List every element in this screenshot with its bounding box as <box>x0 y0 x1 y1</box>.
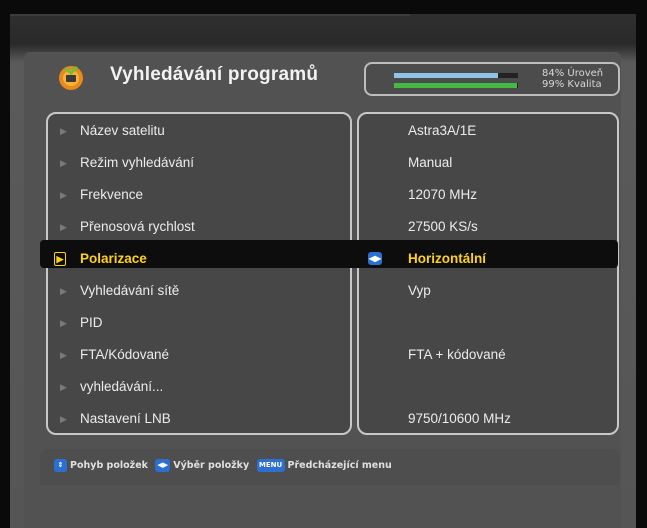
setting-label-row[interactable]: ▶ PID <box>52 309 348 337</box>
chevron-right-icon: ▶ <box>54 252 66 266</box>
setting-value-row: Manual <box>362 149 614 177</box>
chevron-right-icon: ▶ <box>60 318 67 328</box>
chevron-right-icon: ▶ <box>60 382 67 392</box>
setting-label-row[interactable]: ▶ vyhledávání... <box>52 373 348 401</box>
setting-label: Vyhledávání sítě <box>80 283 180 298</box>
setting-value-row <box>362 373 614 401</box>
setting-value: Manual <box>408 155 453 170</box>
level-label: 84% Úroveň <box>542 68 604 79</box>
updown-key-icon: ⇕ <box>54 459 67 472</box>
setting-label-row[interactable]: ▶ FTA/Kódované <box>52 341 348 369</box>
quality-label: 99% Kvalita <box>542 79 602 90</box>
setting-label-row[interactable]: ▶ Nastavení LNB <box>52 405 348 433</box>
setting-value: Vyp <box>408 283 431 298</box>
chevron-right-icon: ▶ <box>60 286 67 296</box>
setting-label: Název satelitu <box>80 123 165 138</box>
setting-value: FTA + kódované <box>408 347 506 362</box>
setting-label: Přenosová rychlost <box>80 219 195 234</box>
menu-key-icon: MENU <box>256 459 285 472</box>
help-select: Výběr položky <box>173 460 250 471</box>
setting-label: Polarizace <box>80 251 147 266</box>
leftright-arrow-icon[interactable]: ◀▶ <box>368 252 382 265</box>
tv-logo-icon <box>59 65 83 90</box>
help-move: Pohyb položek <box>70 460 148 471</box>
setting-label: Nastavení LNB <box>80 411 171 426</box>
signal-meter: 84% Úroveň 99% Kvalita <box>364 62 620 96</box>
setting-value-row: FTA + kódované <box>362 341 614 369</box>
setting-label-row[interactable]: ▶ Název satelitu <box>52 117 348 145</box>
setting-label: FTA/Kódované <box>80 347 170 362</box>
setting-label: PID <box>80 315 103 330</box>
level-bar <box>394 73 518 78</box>
setting-value-row: 9750/10600 MHz <box>362 405 614 433</box>
setting-value-row[interactable]: ◀▶ Horizontální <box>362 245 614 273</box>
top-divider <box>10 14 410 16</box>
chevron-right-icon: ▶ <box>60 414 67 424</box>
setting-value-row: Astra3A/1E <box>362 117 614 145</box>
setting-label: vyhledávání... <box>80 379 164 394</box>
setting-value: Astra3A/1E <box>408 123 477 138</box>
quality-bar-fill <box>394 83 517 88</box>
setting-label-row[interactable]: ▶ Polarizace <box>52 245 348 273</box>
setting-label-row[interactable]: ▶ Frekvence <box>52 181 348 209</box>
help-text: ⇕ Pohyb položek ◀▶ Výběr položky MENU Předc… <box>54 459 392 472</box>
leftright-key-icon: ◀▶ <box>155 459 171 472</box>
level-bar-fill <box>394 73 499 78</box>
chevron-right-icon: ▶ <box>60 350 67 360</box>
chevron-right-icon: ▶ <box>60 190 67 200</box>
setting-value-row <box>362 309 614 337</box>
setting-label-row[interactable]: ▶ Režim vyhledávání <box>52 149 348 177</box>
chevron-right-icon: ▶ <box>60 158 67 168</box>
setting-value-row: Vyp <box>362 277 614 305</box>
setting-value: Horizontální <box>408 251 486 266</box>
setting-label: Frekvence <box>80 187 144 202</box>
chevron-right-icon: ▶ <box>60 126 67 136</box>
chevron-right-icon: ▶ <box>60 222 67 232</box>
setting-value-row: 27500 KS/s <box>362 213 614 241</box>
setting-label-row[interactable]: ▶ Vyhledávání sítě <box>52 277 348 305</box>
page-title: Vyhledávání programů <box>110 64 319 85</box>
setting-value-row: 12070 MHz <box>362 181 614 209</box>
setting-value: 9750/10600 MHz <box>408 411 511 426</box>
setting-label-row[interactable]: ▶ Přenosová rychlost <box>52 213 348 241</box>
setting-label: Režim vyhledávání <box>80 155 195 170</box>
setting-value: 12070 MHz <box>408 187 478 202</box>
setting-value: 27500 KS/s <box>408 219 478 234</box>
help-back: Předcházející menu <box>287 460 392 471</box>
quality-bar <box>394 83 518 88</box>
